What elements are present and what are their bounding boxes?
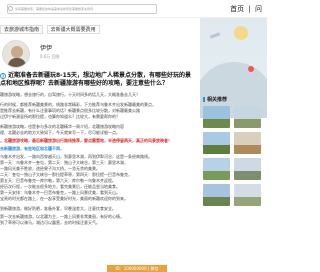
sidebar-thumbnail[interactable]: [203, 106, 230, 128]
avatar[interactable]: [2, 40, 30, 68]
tab-bar: 去旅游城市指南 去新疆大概需要费用: [0, 25, 102, 34]
paragraph: 到新疆旅游，做好防晒，准备外套，早晚温差大，注意饮食安全。: [0, 206, 116, 211]
thumb-land: [203, 197, 230, 206]
main-content: 去旅游城市指南 去新疆大概需要费用 伊伊 0.6万 回答 ? 近期准备去新疆玩8-…: [0, 22, 198, 272]
top-bar: 请问需要搜索，需要您的快速需求请搜索您需要搜索关键词 首页 | 问: [0, 0, 267, 18]
section-label: 去新疆旅游，有些地区和北疆不同，: [0, 146, 64, 151]
thumb-sky: [234, 132, 261, 146]
thumb-land: [203, 145, 230, 154]
paragraph: 到了草原可以骑马，湖边可以露营，去的时候注意天气。: [0, 220, 100, 225]
thumb-land: [203, 119, 230, 128]
sidebar-title-text: 相关推荐: [207, 97, 228, 103]
map-pin-icon: [248, 66, 254, 72]
hero-illustration: [200, 18, 267, 118]
article-title-text: 近期准备去新疆玩8-15天，想边地广人稀景点分散，有哪些好玩的景点和地区推荐呢？…: [0, 72, 192, 87]
sidebar-thumbnail[interactable]: [203, 158, 230, 180]
thumb-sky: [203, 106, 230, 120]
nav-separator: |: [248, 5, 251, 13]
thumb-land: [234, 119, 261, 128]
thumb-land: [234, 145, 261, 154]
paragraph: 疆旅游攻略，想去旅行的，自驾旅行，十天时间多的话几天，大概准备去几天？: [0, 92, 140, 97]
thumb-sky: [234, 158, 261, 172]
sidebar-thumbnail[interactable]: [203, 184, 230, 206]
author-meta: 0.6万 回答: [40, 54, 60, 59]
paragraph: 宝贵的时光都在路上，在一起享受美好时光，美丽的新疆欢迎你的到来。: [0, 196, 128, 201]
plane-shape: [209, 32, 221, 39]
question-icon: ?: [0, 72, 6, 79]
article-title: ? 近期准备去新疆玩8-15天，想边地广人稀景点分散，有哪些好玩的景点和地区推荐呢…: [0, 72, 196, 88]
avatar-body: [8, 58, 26, 67]
thumb-land: [234, 171, 261, 180]
footer-contact-bar[interactable]: ID：100000000 | 微信: [107, 265, 167, 272]
search-icon: [8, 6, 13, 11]
highlight-text: ，北疆旅游攻略，最后新疆旅游出行路线推荐，要点露营地，半途停留两天，真正的风景放…: [0, 138, 172, 143]
thumb-sky: [234, 106, 261, 120]
sun-shape: [234, 26, 248, 40]
nav-home-link[interactable]: 首页: [230, 5, 244, 13]
thumb-land: [234, 197, 261, 206]
paragraph: 过伊宁新源县所的那拉提，也算你知道么？比较大，有需要帮你的？: [0, 114, 120, 119]
sidebar-thumbnail[interactable]: [234, 158, 261, 180]
thumb-sky: [203, 132, 230, 146]
tab-travel-guide[interactable]: 去旅游城市指南: [0, 25, 44, 34]
thumb-sky: [203, 184, 230, 198]
sidebar-title: 相关推荐: [203, 96, 227, 103]
thumb-land: [203, 171, 230, 180]
title-accent-bar: [203, 97, 205, 102]
search-placeholder: 请问需要搜索，需要您的快速需求请搜索您需要搜索关键词: [15, 7, 94, 11]
search-input[interactable]: 请问需要搜索，需要您的快速需求请搜索您需要搜索关键词: [7, 4, 157, 14]
tab-xinjiang-cost[interactable]: 去新疆大概需要费用: [46, 25, 100, 34]
author-card: 伊伊 0.6万 回答: [0, 40, 198, 68]
avatar-face: [11, 46, 23, 58]
sidebar-thumbnail[interactable]: [234, 184, 261, 206]
sidebar-thumbnail[interactable]: [234, 132, 261, 154]
nav-ask-link[interactable]: 问: [255, 5, 262, 13]
sidebar-thumbnail[interactable]: [234, 106, 261, 128]
thumb-sky: [234, 184, 261, 198]
paragraph: 理、北疆必去的地方大致如下，今天就来写一下，尽可能详细一点。: [0, 130, 120, 135]
thumb-sky: [203, 158, 230, 172]
top-nav: 首页 | 问: [228, 4, 262, 14]
author-name[interactable]: 伊伊: [40, 43, 52, 52]
sidebar-thumbnail[interactable]: [203, 132, 230, 154]
